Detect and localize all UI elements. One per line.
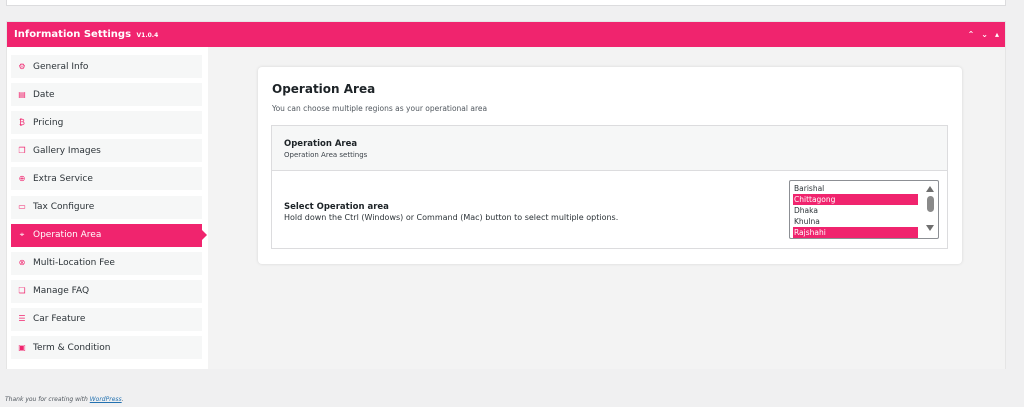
sidebar-item-label: Tax Configure [33, 202, 95, 212]
field-help: Hold down the Ctrl (Windows) or Command … [284, 213, 619, 222]
page-description: You can choose multiple regions as your … [272, 104, 488, 113]
section-header: Operation Area Operation Area settings [272, 126, 947, 171]
select-option[interactable]: Barishal [793, 183, 918, 194]
previous-card [6, 0, 1006, 6]
sidebar-item-label: Date [33, 89, 55, 100]
sidebar-item-car-feature[interactable]: ☰ Car Feature [11, 307, 202, 331]
sidebar-item-label: General Info [33, 61, 89, 72]
select-option[interactable]: Rajshahi [793, 227, 918, 238]
operation-area-section: Operation Area Operation Area settings S… [271, 125, 948, 249]
select-option[interactable]: Khulna [793, 216, 918, 227]
collapse-icon[interactable]: ▴ [995, 30, 999, 39]
sidebar-item-general-info[interactable]: ⚙ General Info [11, 55, 202, 78]
sidebar-item-label: Manage FAQ [33, 286, 90, 297]
information-settings-panel: Information Settings V1.0.4 ⌃ ⌄ ▴ ⚙ Gener… [6, 21, 1006, 369]
money-icon: ₿ [19, 117, 25, 127]
map-icon: ⌖ [19, 230, 25, 240]
sidebar-item-label: Gallery Images [33, 145, 101, 156]
list-icon: ☰ [18, 314, 26, 324]
version-label: V1.0.4 [136, 32, 159, 39]
location-fee-icon: ⊗ [18, 258, 26, 268]
scroll-down-icon[interactable] [926, 225, 934, 231]
select-option[interactable]: Dhaka [793, 205, 918, 216]
page-title: Operation Area [272, 82, 376, 96]
sidebar-item-label: Car Feature [33, 314, 86, 325]
settings-sidebar: ⚙ General Info ▤ Date ₿ Pricing ❐ Gallery Image… [7, 47, 208, 369]
operation-area-select[interactable]: Barishal Chittagong Dhaka Khulna Rajshahi [789, 180, 939, 239]
sidebar-item-label: Multi-Location Fee [33, 258, 115, 269]
section-title: Operation Area [284, 139, 358, 149]
sidebar-item-label: Term & Condition [33, 342, 111, 353]
images-icon: ❐ [18, 145, 26, 155]
section-subtitle: Operation Area settings [284, 151, 368, 159]
sidebar-item-extra-service[interactable]: ⊕ Extra Service [11, 167, 202, 191]
document-icon: ▣ [18, 342, 26, 352]
footer-text: Thank you for creating with [5, 396, 90, 403]
scroll-up-icon[interactable] [926, 186, 934, 192]
sidebar-item-manage-faq[interactable]: ❏ Manage FAQ [11, 279, 202, 303]
scroll-thumb[interactable] [927, 196, 934, 212]
move-down-icon[interactable]: ⌄ [981, 30, 988, 39]
panel-title-text: Information Settings [14, 29, 132, 40]
select-options: Barishal Chittagong Dhaka Khulna Rajshahi [793, 183, 918, 238]
sidebar-item-label: Pricing [33, 117, 64, 128]
operation-area-card: Operation Area You can choose multiple r… [258, 67, 962, 264]
sidebar-item-pricing[interactable]: ₿ Pricing [11, 111, 202, 135]
footer-suffix: . [121, 396, 124, 403]
field-label: Select Operation area [284, 202, 389, 212]
wordpress-link[interactable]: WordPress [90, 396, 122, 403]
sidebar-item-operation-area[interactable]: ⌖ Operation Area [11, 223, 207, 247]
select-option[interactable]: Chittagong [793, 194, 918, 205]
sidebar-item-gallery-images[interactable]: ❐ Gallery Images [11, 139, 202, 163]
panel-title: Information Settings V1.0.4 [14, 29, 158, 40]
move-up-icon[interactable]: ⌃ [968, 30, 975, 39]
panel-header: Information Settings V1.0.4 ⌃ ⌄ ▴ [7, 22, 1005, 47]
settings-content: Operation Area You can choose multiple r… [208, 47, 1005, 369]
sidebar-item-label: Extra Service [33, 173, 93, 184]
admin-footer: Thank you for creating with WordPress. [5, 396, 124, 403]
tax-icon: ▭ [18, 202, 26, 211]
faq-icon: ❏ [18, 286, 26, 296]
sidebar-item-label: Operation Area [33, 230, 102, 241]
sidebar-item-term-condition[interactable]: ▣ Term & Condition [11, 336, 202, 359]
field-label-group: Select Operation area Hold down the Ctrl… [284, 202, 618, 222]
gear-icon: ⚙ [18, 61, 26, 71]
sidebar-item-date[interactable]: ▤ Date [11, 83, 202, 107]
calendar-icon: ▤ [18, 89, 26, 99]
panel-controls: ⌃ ⌄ ▴ [968, 30, 999, 39]
select-scrollbar[interactable] [924, 182, 937, 237]
sidebar-item-multi-location-fee[interactable]: ⊗ Multi-Location Fee [11, 251, 202, 275]
service-icon: ⊕ [18, 173, 26, 183]
sidebar-item-tax-configure[interactable]: ▭ Tax Configure [11, 195, 202, 219]
